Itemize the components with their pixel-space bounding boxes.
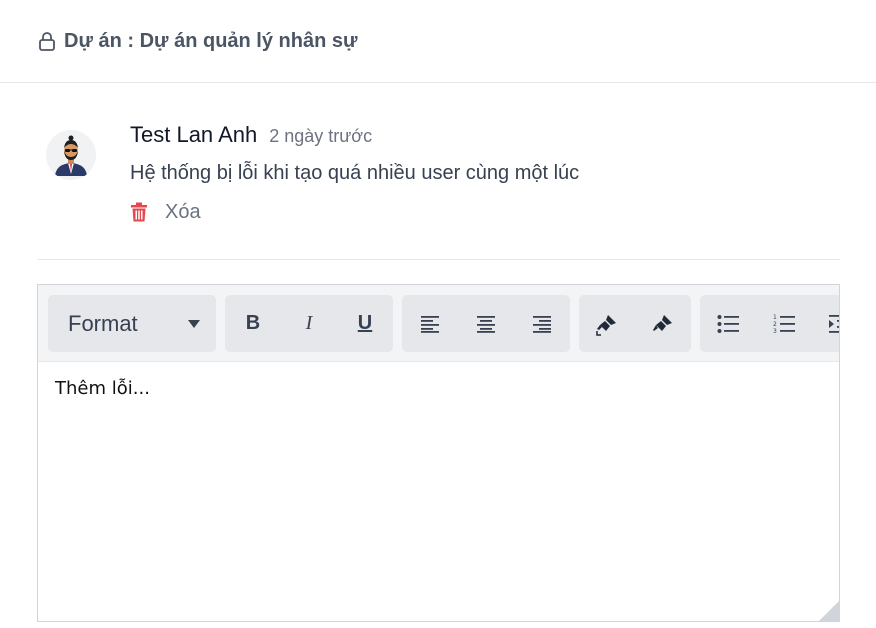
page-header: Dự án : Dự án quản lý nhân sự [0, 0, 876, 83]
align-right-icon [533, 315, 551, 333]
resize-handle[interactable] [819, 601, 839, 621]
delete-label: Xóa [165, 200, 201, 223]
italic-label: I [305, 312, 313, 334]
header-title-row: Dự án : Dự án quản lý nhân sự [38, 29, 357, 53]
svg-text:2: 2 [773, 321, 777, 328]
italic-button[interactable]: I [287, 295, 331, 352]
svg-text:3: 3 [773, 328, 777, 335]
bold-label: B [245, 312, 261, 334]
comment-body: Test Lan Anh 2 ngày trước Hệ thống bị lỗ… [130, 122, 830, 225]
comment-time: 2 ngày trước [269, 126, 373, 146]
align-right-button[interactable] [520, 295, 564, 352]
avatar-image [46, 130, 96, 180]
editor-content-area[interactable]: Thêm lỗi... [38, 362, 839, 621]
trash-icon [130, 202, 148, 222]
format-label: Format [68, 311, 138, 336]
text-style-group: B I U [225, 295, 393, 352]
avatar [46, 130, 96, 180]
paint-group [579, 295, 691, 352]
comment-author: Test Lan Anh [130, 122, 258, 147]
brush-icon [653, 314, 672, 331]
caret-down-icon [188, 320, 200, 328]
editor-toolbar: Format B I U 1 2 3 [38, 285, 839, 362]
align-left-button[interactable] [408, 295, 452, 352]
comment-text: Hệ thống bị lỗi khi tạo quá nhiều user c… [130, 162, 580, 184]
divider [38, 259, 840, 260]
align-center-icon [477, 315, 495, 333]
align-left-icon [421, 315, 439, 333]
rich-text-editor: Format B I U 1 2 3 Thêm lỗi... [37, 284, 840, 622]
editor-text: Thêm lỗi... [55, 378, 150, 399]
bold-button[interactable]: B [231, 295, 275, 352]
comment-head: Test Lan Anh 2 ngày trước [130, 122, 830, 152]
numbered-list-button[interactable]: 1 2 3 [762, 295, 806, 352]
alignment-group [402, 295, 570, 352]
list-group: 1 2 3 [700, 295, 839, 352]
align-center-button[interactable] [464, 295, 508, 352]
format-paint-button[interactable] [641, 295, 685, 352]
bullet-list-button[interactable] [706, 295, 750, 352]
clear-format-button[interactable] [585, 295, 629, 352]
page-title: Dự án : Dự án quản lý nhân sự [64, 29, 358, 52]
indent-button[interactable] [818, 295, 839, 352]
svg-text:1: 1 [773, 314, 777, 321]
numbered-list-icon: 1 2 3 [773, 314, 795, 335]
format-dropdown[interactable]: Format [48, 295, 216, 352]
indent-icon [829, 314, 839, 333]
lock-icon [38, 31, 56, 51]
delete-button[interactable]: Xóa [130, 199, 830, 225]
underline-button[interactable]: U [343, 295, 387, 352]
underline-label: U [357, 312, 373, 334]
bullet-list-icon [717, 314, 739, 333]
clear-format-brush-icon [596, 314, 616, 336]
